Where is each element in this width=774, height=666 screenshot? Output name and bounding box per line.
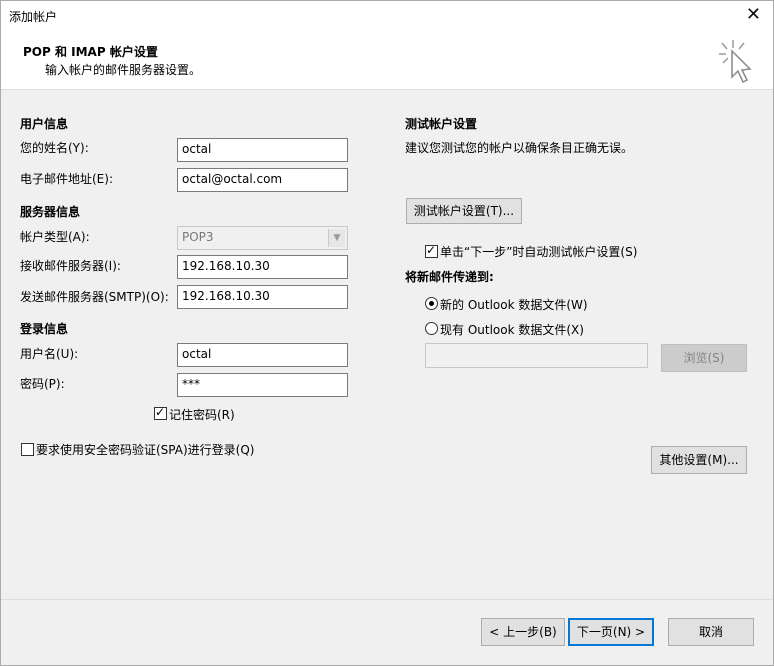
cancel-button[interactable]: 取消 — [668, 618, 754, 646]
existing-data-file-radio[interactable] — [425, 322, 438, 335]
email-field[interactable]: octal@octal.com — [177, 168, 348, 192]
wizard-cursor-icon — [719, 40, 752, 84]
test-description: 建议您测试您的帐户以确保条目正确无误。 — [405, 141, 634, 155]
name-label: 您的姓名(Y): — [20, 141, 89, 155]
remember-password-label[interactable]: 记住密码(R) — [169, 406, 235, 423]
user-info-heading: 用户信息 — [20, 117, 69, 131]
close-icon[interactable]: ✕ — [746, 4, 761, 25]
next-button[interactable]: 下一页(N) > — [568, 618, 654, 646]
deliver-heading: 将新邮件传递到: — [405, 270, 494, 284]
dialog-header: POP 和 IMAP 帐户设置 输入帐户的邮件服务器设置。 — [1, 31, 773, 90]
new-data-file-label[interactable]: 新的 Outlook 数据文件(W) — [440, 296, 588, 313]
login-info-heading: 登录信息 — [20, 322, 69, 336]
outgoing-server-field[interactable]: 192.168.10.30 — [177, 285, 348, 309]
incoming-server-field[interactable]: 192.168.10.30 — [177, 255, 348, 279]
spa-label[interactable]: 要求使用安全密码验证(SPA)进行登录(Q) — [36, 441, 254, 458]
auto-test-checkbox[interactable] — [425, 243, 438, 258]
test-settings-heading: 测试帐户设置 — [405, 117, 478, 131]
password-label: 密码(P): — [20, 377, 65, 391]
footer-divider — [1, 599, 773, 600]
account-type-label: 帐户类型(A): — [20, 230, 90, 244]
outgoing-server-label: 发送邮件服务器(SMTP)(O): — [20, 290, 169, 304]
chevron-down-icon: ▼ — [328, 229, 345, 247]
test-account-button[interactable]: 测试帐户设置(T)... — [406, 198, 522, 224]
account-type-select: POP3 ▼ — [177, 226, 348, 250]
username-label: 用户名(U): — [20, 347, 79, 361]
back-button[interactable]: < 上一步(B) — [481, 618, 565, 646]
window-title: 添加帐户 — [9, 10, 58, 24]
password-field[interactable]: *** — [177, 373, 348, 397]
remember-password-checkbox[interactable] — [154, 405, 167, 420]
account-type-value: POP3 — [182, 230, 214, 244]
existing-data-file-label[interactable]: 现有 Outlook 数据文件(X) — [440, 321, 584, 338]
page-title: POP 和 IMAP 帐户设置 — [23, 45, 158, 59]
spa-checkbox[interactable] — [21, 443, 34, 456]
name-field[interactable]: octal — [177, 138, 348, 162]
auto-test-label[interactable]: 单击“下一步”时自动测试帐户设置(S) — [440, 243, 637, 260]
add-account-dialog: 添加帐户 ✕ POP 和 IMAP 帐户设置 输入帐户的邮件服务器设置。 用户信… — [0, 0, 774, 666]
email-label: 电子邮件地址(E): — [20, 172, 113, 186]
more-settings-button[interactable]: 其他设置(M)... — [651, 446, 747, 474]
new-data-file-radio[interactable] — [425, 297, 438, 310]
browse-button: 浏览(S) — [661, 344, 747, 372]
page-subtitle: 输入帐户的邮件服务器设置。 — [45, 63, 202, 77]
server-info-heading: 服务器信息 — [20, 205, 81, 219]
incoming-server-label: 接收邮件服务器(I): — [20, 259, 121, 273]
data-file-path-field — [425, 343, 648, 368]
username-field[interactable]: octal — [177, 343, 348, 367]
title-bar: 添加帐户 ✕ — [1, 1, 773, 31]
